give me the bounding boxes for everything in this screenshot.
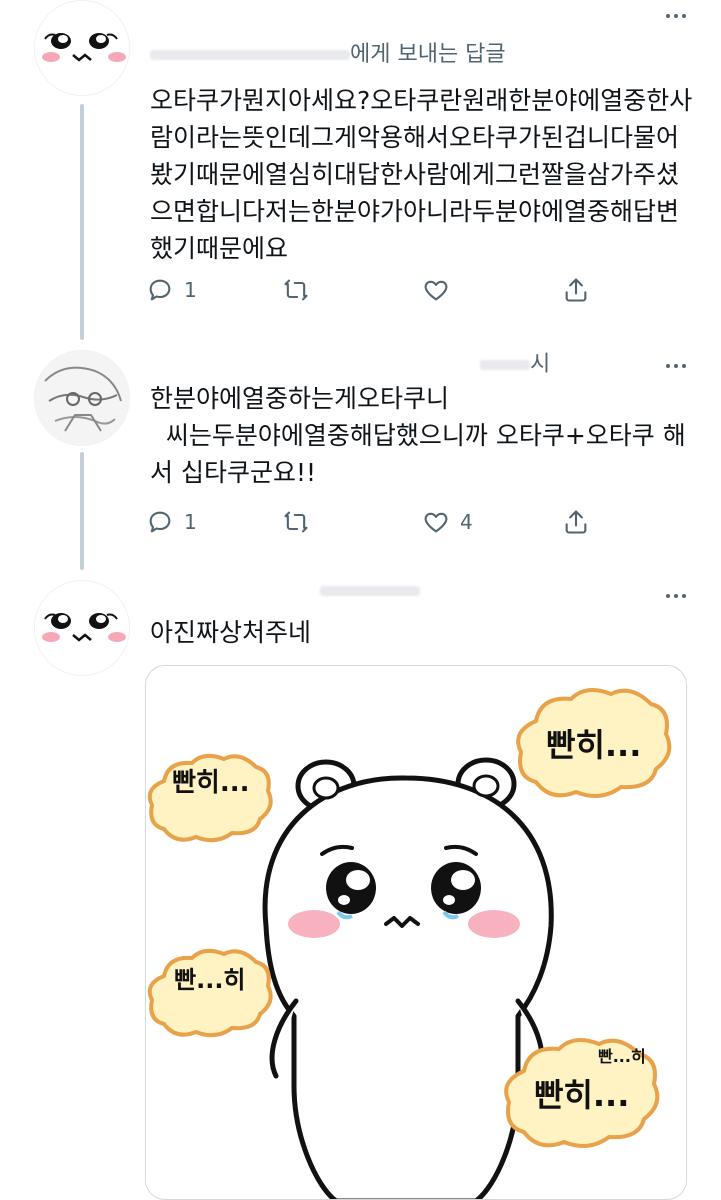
avatar-2[interactable]: [34, 350, 130, 446]
tweet-1[interactable]: 에게 보내는 답글 오타쿠가뭔지아세요?오타쿠란원래한분야에열중한사람이라는뜻인…: [0, 0, 721, 340]
cloud-top-left: 빤히...: [147, 753, 273, 843]
redacted-name: [480, 360, 530, 370]
retweet-icon: [284, 511, 308, 533]
more-icon[interactable]: [661, 6, 691, 26]
tweet-actions: 1 4: [146, 506, 606, 538]
avatar-face-icon: [35, 1, 129, 95]
avatar-3[interactable]: [34, 580, 130, 676]
avatar-1[interactable]: [34, 0, 130, 96]
tweet-header: [320, 578, 420, 603]
retweet-icon: [284, 279, 308, 301]
timestamp: 시: [530, 352, 551, 377]
heart-icon: [424, 512, 448, 533]
thread-line: [80, 452, 84, 570]
more-icon[interactable]: [661, 586, 691, 606]
tweet-media-image[interactable]: 빤히... 빤히... 빤...히 빤히... 빤...히: [145, 665, 687, 1200]
reply-count: 1: [184, 510, 197, 534]
tweet-2[interactable]: 시 한분야에열중하는게오타쿠니 씨는두분야에열중해답했으니까 오타쿠+오타쿠 해…: [0, 340, 721, 570]
reply-count: 1: [184, 278, 197, 302]
avatar-drawing-icon: [35, 351, 129, 445]
heart-icon: [424, 280, 448, 301]
reply-button[interactable]: 1: [146, 274, 197, 306]
share-button[interactable]: [562, 506, 590, 538]
redacted-name: [320, 586, 420, 596]
tweet-text: 한분야에열중하는게오타쿠니 씨는두분야에열중해답했으니까 오타쿠+오타쿠 해서 …: [150, 384, 686, 487]
cloud-text-5: 빤...히: [598, 1047, 646, 1066]
share-button[interactable]: [562, 274, 590, 306]
like-button[interactable]: 4: [422, 506, 473, 538]
reply-icon: [149, 511, 171, 533]
more-icon[interactable]: [661, 356, 691, 376]
reply-button[interactable]: 1: [146, 506, 197, 538]
reply-header: 에게 보내는 답글: [150, 36, 506, 68]
reply-to-label: 에게 보내는 답글: [350, 42, 506, 67]
cloud-text-3: 빤...히: [174, 966, 246, 994]
cloud-text-1: 빤히...: [546, 726, 641, 764]
tweet-header: 시: [480, 346, 550, 378]
blush-right: [468, 910, 520, 938]
character-sticker-image: 빤히... 빤히... 빤...히 빤히... 빤...히: [146, 666, 686, 1199]
blush-left: [288, 910, 340, 938]
reply-icon: [149, 279, 171, 301]
redacted-name: [150, 50, 350, 60]
character-body: [262, 757, 554, 1199]
share-icon: [565, 278, 587, 302]
tweet-text: 오타쿠가뭔지아세요?오타쿠란원래한분야에열중한사람이라는뜻인데그게악용해서오타쿠…: [150, 86, 693, 263]
cloud-text-2: 빤히...: [172, 768, 249, 798]
retweet-button[interactable]: [282, 506, 320, 538]
share-icon: [565, 510, 587, 534]
tweet-actions: 1: [146, 274, 606, 306]
cloud-text-4: 빤히...: [534, 1076, 629, 1114]
retweet-button[interactable]: [282, 274, 320, 306]
cloud-top-right: 빤히...: [516, 688, 672, 798]
like-button[interactable]: [422, 274, 460, 306]
avatar-face-icon: [35, 581, 129, 675]
cloud-mid-left: 빤...히: [147, 948, 273, 1038]
cloud-bottom-right: 빤히... 빤...히: [504, 1038, 660, 1148]
thread-line: [80, 104, 84, 340]
tweet-text: 아진짜상처주네: [150, 618, 312, 647]
like-count: 4: [460, 510, 473, 534]
